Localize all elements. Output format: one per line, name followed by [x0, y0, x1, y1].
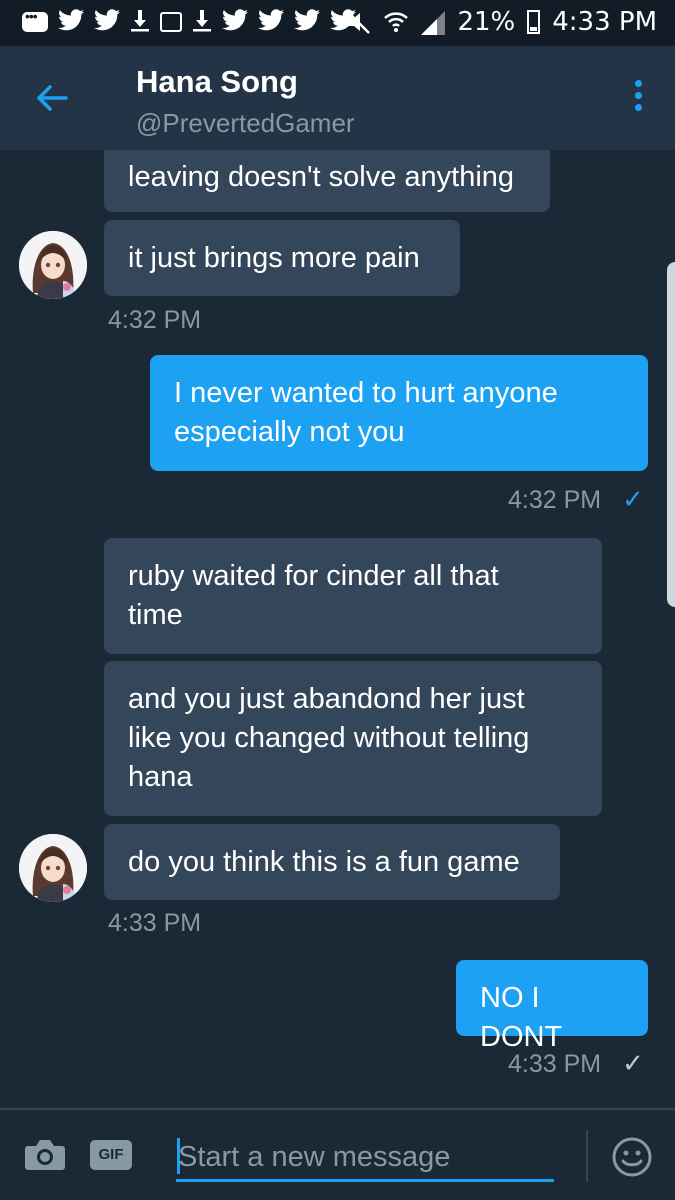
- avatar[interactable]: [19, 231, 87, 299]
- message-thread[interactable]: leaving doesn't solve anything it just b…: [0, 150, 675, 1108]
- message-text: leaving doesn't solve anything: [128, 161, 515, 193]
- message-text: do you think this is a fun game: [128, 846, 520, 878]
- message-text: it just brings more pain: [128, 242, 420, 274]
- wifi-icon: [384, 12, 409, 32]
- twitter-notification-icon: [258, 9, 284, 31]
- message-text-line: especially not you: [174, 416, 405, 448]
- message-text-line: time: [128, 599, 183, 631]
- message-bubble[interactable]: and you just abandond her just like you …: [104, 661, 602, 816]
- text-cursor: [177, 1138, 180, 1174]
- scrollbar[interactable]: [667, 262, 675, 607]
- twitter-notification-icon: [58, 9, 84, 31]
- status-bar: 21% 4:33 PM: [0, 0, 675, 46]
- download-notification-icon: [131, 10, 149, 32]
- message-text-line: hana: [128, 761, 193, 793]
- twitter-notification-icon: [94, 9, 120, 31]
- avatar[interactable]: [19, 834, 87, 902]
- message-timestamp: 4:33 PM ✓: [508, 1048, 644, 1079]
- message-text: NO I DONT: [480, 982, 563, 1053]
- message-input[interactable]: [176, 1136, 554, 1182]
- message-bubble[interactable]: it just brings more pain: [104, 220, 460, 296]
- message-timestamp: 4:32 PM: [108, 306, 202, 334]
- twitter-notification-icon: [222, 9, 248, 31]
- message-bubble[interactable]: ruby waited for cinder all that time: [104, 538, 602, 654]
- image-notification-icon: [160, 12, 182, 32]
- message-text-line: like you changed without telling: [128, 722, 530, 754]
- message-bubble[interactable]: NO I DONT: [456, 960, 648, 1053]
- contact-name[interactable]: Hana Song: [136, 64, 298, 100]
- battery-icon: [527, 10, 541, 34]
- timestamp-text: 4:32 PM: [508, 486, 602, 514]
- composer-divider: [586, 1130, 588, 1182]
- message-text-line: ruby waited for cinder all that: [128, 560, 499, 592]
- message-timestamp: 4:33 PM: [108, 909, 202, 937]
- timestamp-text: 4:33 PM: [508, 1050, 602, 1078]
- message-bubble[interactable]: do you think this is a fun game: [104, 824, 560, 900]
- battery-percent: 21%: [457, 7, 516, 37]
- clock: 4:33 PM: [552, 7, 657, 37]
- sent-check-icon: ✓: [622, 1048, 644, 1078]
- download-notification-icon: [193, 10, 211, 32]
- signal-icon: [421, 11, 446, 35]
- read-check-icon: ✓: [622, 484, 644, 514]
- dm-conversation-screen: 21% 4:33 PM Hana Song @PrevertedGamer le…: [0, 0, 675, 1200]
- more-vertical-icon[interactable]: [635, 80, 645, 120]
- arrow-left-icon[interactable]: [32, 78, 72, 118]
- notification-icons: [22, 8, 356, 32]
- gif-button[interactable]: GIF: [90, 1140, 132, 1170]
- contact-handle[interactable]: @PrevertedGamer: [136, 108, 355, 139]
- message-bubble[interactable]: I never wanted to hurt anyone especially…: [150, 355, 648, 471]
- twitter-notification-icon: [294, 9, 320, 31]
- message-timestamp: 4:32 PM ✓: [508, 484, 644, 515]
- message-composer: GIF: [0, 1108, 675, 1200]
- conversation-header: Hana Song @PrevertedGamer: [0, 46, 675, 150]
- avatar-image: [19, 834, 87, 902]
- camera-icon[interactable]: [24, 1138, 66, 1172]
- avatar-image: [19, 231, 87, 299]
- emoji-icon[interactable]: [611, 1136, 653, 1178]
- message-text-line: I never wanted to hurt anyone: [174, 377, 558, 409]
- mute-icon: [346, 10, 371, 34]
- message-text-line: and you just abandond her just: [128, 683, 525, 715]
- message-bubble[interactable]: leaving doesn't solve anything: [104, 150, 550, 212]
- system-icons: 21% 4:33 PM: [345, 7, 657, 37]
- message-notification-icon: [22, 8, 48, 32]
